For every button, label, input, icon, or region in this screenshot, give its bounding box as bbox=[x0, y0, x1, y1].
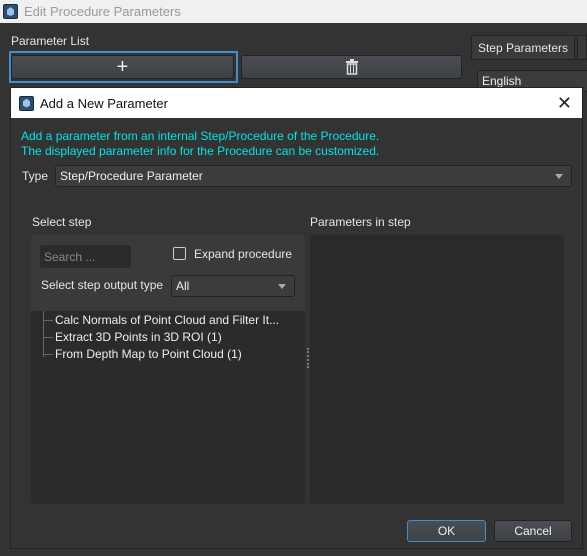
ok-label: OK bbox=[437, 524, 456, 538]
splitter-handle[interactable] bbox=[307, 348, 309, 368]
output-type-select[interactable]: All bbox=[171, 275, 295, 297]
parameter-list-label: Parameter List bbox=[11, 34, 90, 48]
info-line: The displayed parameter info for the Pro… bbox=[21, 144, 380, 158]
dialog-title: Add a New Parameter bbox=[40, 95, 168, 111]
params-in-step-label: Parameters in step bbox=[310, 215, 411, 229]
type-label: Type bbox=[22, 169, 49, 183]
type-select[interactable]: Step/Procedure Parameter bbox=[55, 165, 572, 187]
step-panel: Search ... Expand procedure Select step … bbox=[31, 235, 305, 504]
delete-parameter-button[interactable] bbox=[241, 55, 462, 79]
tab-step-parameters[interactable]: Step Parameters bbox=[471, 35, 575, 60]
window-titlebar: Edit Procedure Parameters bbox=[0, 0, 587, 23]
tree-line bbox=[43, 311, 44, 357]
dialog-app-icon bbox=[19, 95, 34, 111]
app-icon bbox=[3, 4, 18, 19]
chevron-down-icon bbox=[278, 284, 286, 289]
parameters-panel bbox=[310, 235, 564, 504]
tree-line bbox=[43, 354, 53, 355]
tab-label: Step Parameters bbox=[477, 40, 569, 55]
dialog-info: Add a parameter from an internal Step/Pr… bbox=[21, 129, 379, 159]
tab-clipped[interactable] bbox=[577, 35, 587, 60]
add-parameter-dialog: Add a New Parameter ✕ Add a parameter fr… bbox=[10, 87, 583, 549]
ok-button[interactable]: OK bbox=[407, 520, 486, 542]
tree-line bbox=[43, 337, 53, 338]
plus-icon: + bbox=[116, 55, 129, 78]
add-parameter-button[interactable]: + bbox=[11, 55, 234, 79]
chevron-down-icon bbox=[555, 174, 563, 179]
language-value: English bbox=[482, 74, 522, 88]
step-item[interactable]: Extract 3D Points in 3D ROI (1) bbox=[55, 330, 222, 344]
info-line: Add a parameter from an internal Step/Pr… bbox=[21, 129, 380, 143]
output-type-value: All bbox=[176, 279, 190, 293]
trash-icon bbox=[345, 59, 358, 75]
step-item[interactable]: From Depth Map to Point Cloud (1) bbox=[55, 347, 242, 361]
expand-procedure-checkbox[interactable] bbox=[173, 247, 186, 260]
step-item[interactable]: Calc Normals of Point Cloud and Filter I… bbox=[55, 313, 279, 327]
select-step-label: Select step bbox=[32, 215, 92, 229]
dialog-titlebar: Add a New Parameter ✕ bbox=[11, 88, 582, 118]
type-value: Step/Procedure Parameter bbox=[60, 169, 203, 183]
tree-line bbox=[43, 320, 53, 321]
cancel-button[interactable]: Cancel bbox=[494, 520, 572, 542]
expand-procedure-label: Expand procedure bbox=[194, 247, 293, 261]
close-icon[interactable]: ✕ bbox=[557, 93, 572, 114]
cancel-label: Cancel bbox=[514, 524, 552, 538]
window-title: Edit Procedure Parameters bbox=[24, 4, 181, 19]
search-input[interactable]: Search ... bbox=[40, 245, 131, 268]
output-type-label: Select step output type bbox=[41, 278, 164, 292]
